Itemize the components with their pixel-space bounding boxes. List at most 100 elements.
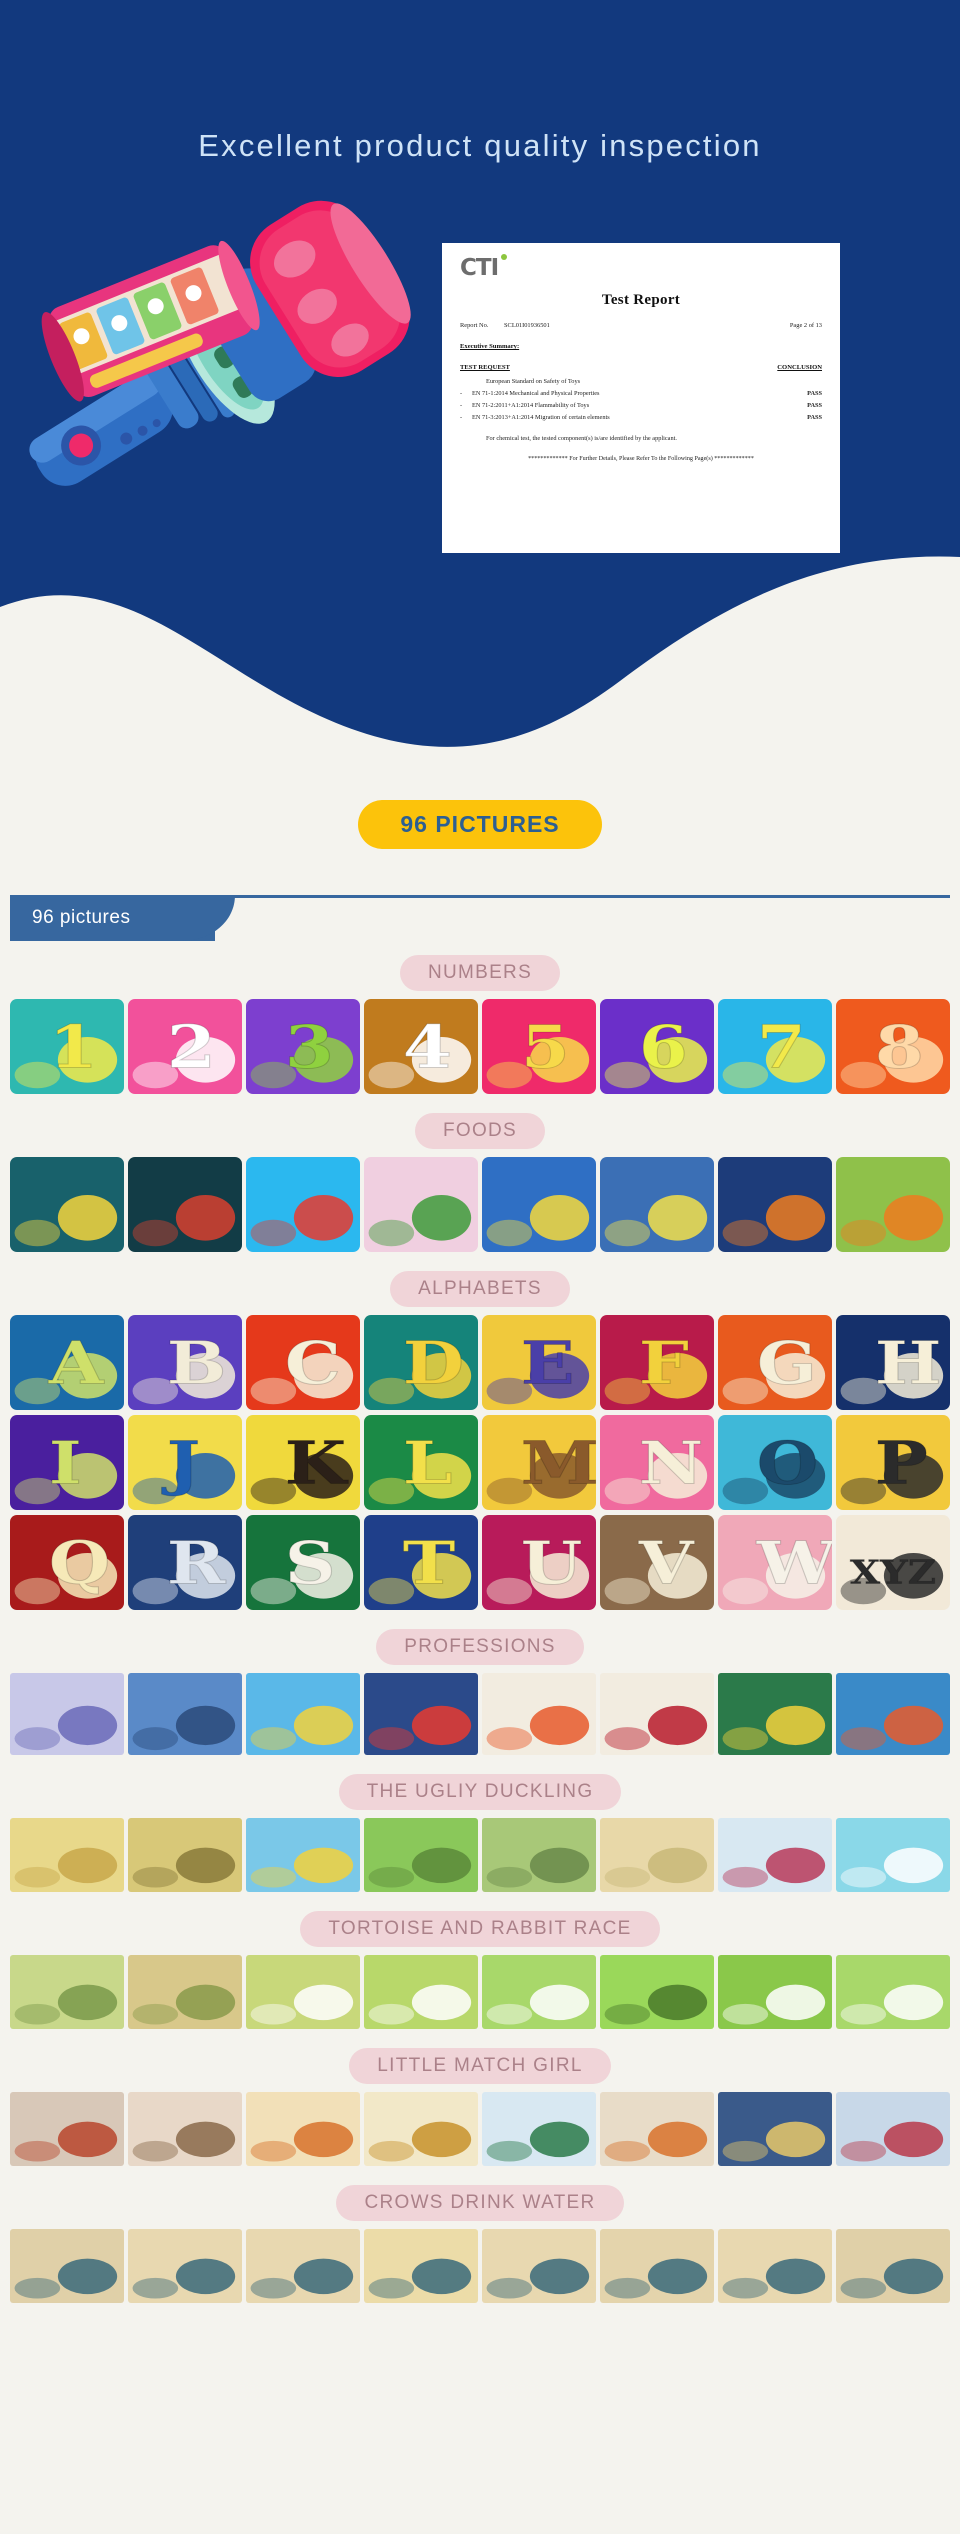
number-card-7[interactable]: 7 <box>718 999 832 1094</box>
story-duckling-7[interactable] <box>718 1818 832 1892</box>
profession-card-athlete[interactable] <box>718 1673 832 1755</box>
story-matchgirl-3[interactable] <box>246 2092 360 2166</box>
alphabet-card-m[interactable]: M <box>482 1415 596 1510</box>
alphabet-card-v[interactable]: V <box>600 1515 714 1610</box>
profession-card-firefighter[interactable] <box>364 1673 478 1755</box>
story-duckling-1[interactable] <box>10 1818 124 1892</box>
story-crow-4[interactable] <box>364 2229 478 2303</box>
report-item-text: EN 71-2:2011+A1:2014 Flammability of Toy… <box>472 402 590 409</box>
story-matchgirl-5[interactable] <box>482 2092 596 2166</box>
food-card-banana[interactable] <box>482 1157 596 1252</box>
profession-card-traffic[interactable] <box>246 1673 360 1755</box>
story-crow-1-art <box>10 2229 124 2303</box>
story-tortoise-4[interactable] <box>364 1955 478 2029</box>
alphabet-card-t[interactable]: T <box>364 1515 478 1610</box>
alphabet-card-r[interactable]: R <box>128 1515 242 1610</box>
story-matchgirl-7[interactable] <box>718 2092 832 2166</box>
food-card-lemon[interactable] <box>600 1157 714 1252</box>
story-matchgirl-1-art <box>10 2092 124 2166</box>
number-card-4[interactable]: 4 <box>364 999 478 1094</box>
alphabet-card-c[interactable]: C <box>246 1315 360 1410</box>
food-card-pumpkin[interactable] <box>718 1157 832 1252</box>
report-item: - EN 71-3:2013+A1:2014 Migration of cert… <box>460 414 822 421</box>
story-duckling-4[interactable] <box>364 1818 478 1892</box>
test-report-document: CTI Test Report Report No. SCL01I0193650… <box>442 243 840 553</box>
food-card-apple[interactable] <box>128 1157 242 1252</box>
alphabet-card-i[interactable]: I <box>10 1415 124 1510</box>
picture-row: ABCDEFGH <box>0 1315 960 1410</box>
alphabet-card-a-art: A <box>10 1315 124 1410</box>
alphabet-card-n[interactable]: N <box>600 1415 714 1510</box>
alphabet-card-j[interactable]: J <box>128 1415 242 1510</box>
alphabet-card-d[interactable]: D <box>364 1315 478 1410</box>
story-matchgirl-2[interactable] <box>128 2092 242 2166</box>
alphabet-card-e[interactable]: E <box>482 1315 596 1410</box>
svg-text:I: I <box>49 1429 82 1498</box>
story-crow-8[interactable] <box>836 2229 950 2303</box>
section-tab-label: 96 pictures <box>32 907 131 928</box>
alphabet-card-q[interactable]: Q <box>10 1515 124 1610</box>
profession-card-tutor[interactable] <box>482 1673 596 1755</box>
svg-text:U: U <box>521 1529 583 1598</box>
story-tortoise-2[interactable] <box>128 1955 242 2029</box>
number-card-3[interactable]: 3 <box>246 999 360 1094</box>
story-tortoise-3[interactable] <box>246 1955 360 2029</box>
svg-text:7: 7 <box>757 1013 806 1082</box>
alphabet-card-h[interactable]: H <box>836 1315 950 1410</box>
food-card-pineapple[interactable] <box>10 1157 124 1252</box>
number-card-8[interactable]: 8 <box>836 999 950 1094</box>
story-duckling-5[interactable] <box>482 1818 596 1892</box>
story-duckling-8[interactable] <box>836 1818 950 1892</box>
story-tortoise-7[interactable] <box>718 1955 832 2029</box>
story-crow-6[interactable] <box>600 2229 714 2303</box>
story-tortoise-6[interactable] <box>600 1955 714 2029</box>
alphabet-card-b[interactable]: B <box>128 1315 242 1410</box>
profession-card-teacher[interactable] <box>10 1673 124 1755</box>
number-card-6[interactable]: 6 <box>600 999 714 1094</box>
profession-card-chef[interactable] <box>600 1673 714 1755</box>
story-matchgirl-1[interactable] <box>10 2092 124 2166</box>
number-card-2[interactable]: 2 <box>128 999 242 1094</box>
story-crow-2[interactable] <box>128 2229 242 2303</box>
report-page-number: Page 2 of 13 <box>789 322 822 329</box>
story-matchgirl-4[interactable] <box>364 2092 478 2166</box>
alphabet-card-xyz[interactable]: XYZ <box>836 1515 950 1610</box>
story-crow-3[interactable] <box>246 2229 360 2303</box>
alphabet-card-u[interactable]: U <box>482 1515 596 1610</box>
story-crow-2-art <box>128 2229 242 2303</box>
story-crow-7[interactable] <box>718 2229 832 2303</box>
story-tortoise-8[interactable] <box>836 1955 950 2029</box>
story-matchgirl-8[interactable] <box>836 2092 950 2166</box>
story-duckling-2[interactable] <box>128 1818 242 1892</box>
alphabet-card-o-art: O <box>718 1415 832 1510</box>
alphabet-card-s[interactable]: S <box>246 1515 360 1610</box>
story-matchgirl-6[interactable] <box>600 2092 714 2166</box>
alphabet-card-k[interactable]: K <box>246 1415 360 1510</box>
food-card-apple-art <box>128 1157 242 1252</box>
alphabet-card-a[interactable]: A <box>10 1315 124 1410</box>
picture-row <box>0 1818 960 1892</box>
food-card-strawberry[interactable] <box>246 1157 360 1252</box>
alphabet-card-p-art: P <box>836 1415 950 1510</box>
story-tortoise-1[interactable] <box>10 1955 124 2029</box>
number-card-5[interactable]: 5 <box>482 999 596 1094</box>
alphabet-card-l[interactable]: L <box>364 1415 478 1510</box>
number-card-1[interactable]: 1 <box>10 999 124 1094</box>
profession-card-police[interactable] <box>128 1673 242 1755</box>
story-duckling-6[interactable] <box>600 1818 714 1892</box>
svg-text:R: R <box>167 1529 227 1598</box>
alphabet-card-o[interactable]: O <box>718 1415 832 1510</box>
alphabet-card-p[interactable]: P <box>836 1415 950 1510</box>
alphabet-card-f[interactable]: F <box>600 1315 714 1410</box>
alphabet-card-g[interactable]: G <box>718 1315 832 1410</box>
food-card-watermelon[interactable] <box>364 1157 478 1252</box>
report-item-result: PASS <box>807 402 822 409</box>
picture-gallery: NUMBERS 1 2 3 4 5 6 7 8 FOODS ALPHABETS A B C D E F G H I J K… <box>0 955 960 2308</box>
profession-card-musician[interactable] <box>836 1673 950 1755</box>
story-crow-1[interactable] <box>10 2229 124 2303</box>
story-duckling-3[interactable] <box>246 1818 360 1892</box>
alphabet-card-w[interactable]: W <box>718 1515 832 1610</box>
story-crow-5[interactable] <box>482 2229 596 2303</box>
story-tortoise-5[interactable] <box>482 1955 596 2029</box>
food-card-carrot[interactable] <box>836 1157 950 1252</box>
